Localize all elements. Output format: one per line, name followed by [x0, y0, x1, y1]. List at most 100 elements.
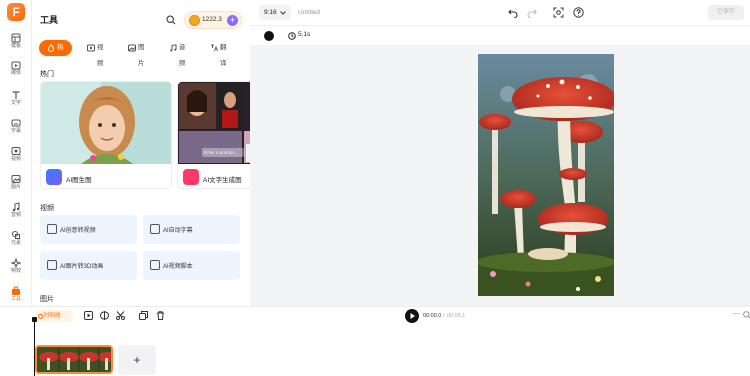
tool-label: AI图片转3D动画 [60, 264, 104, 270]
split-icon[interactable] [100, 311, 109, 320]
image-tab-icon [128, 44, 136, 52]
card-label: AI文字生成图 [203, 177, 242, 184]
separator: / [443, 313, 445, 319]
tool-ai-image-to-3d[interactable]: AI图片转3D动画 [40, 251, 137, 280]
preview-stage [250, 45, 750, 306]
chevron-down-icon [280, 11, 286, 15]
zoom-icon[interactable] [743, 311, 750, 319]
delete-icon[interactable] [156, 311, 165, 320]
rail-label: 工具 [10, 296, 21, 302]
search-icon[interactable] [166, 15, 176, 25]
total-time: 00:05.1 [447, 313, 466, 319]
audio-tab-icon [170, 44, 177, 52]
tab-translate[interactable]: 翻译 [206, 40, 227, 67]
aspect-ratio-select[interactable]: 9:16 [259, 5, 291, 20]
rail-label: 字幕 [10, 128, 21, 134]
mushroom-preview-image[interactable] [478, 54, 614, 296]
element-icon [12, 231, 20, 239]
rail-item-image[interactable]: 图片 [0, 174, 32, 200]
rail-item-element[interactable]: 元素 [0, 230, 32, 256]
image-3d-icon [47, 260, 57, 270]
rail-item-effects[interactable]: 特效 [0, 258, 32, 284]
timeline-label: 时间线 [44, 313, 61, 319]
tab-image[interactable]: 图片 [124, 40, 145, 67]
rail-label: 媒体 [10, 70, 21, 76]
section-image-heading: 图片 [40, 296, 54, 303]
undo-icon[interactable] [508, 8, 518, 18]
duplicate-icon[interactable] [139, 311, 148, 320]
tab-label: 音频 [179, 44, 186, 67]
rail-item-template[interactable]: 模板 [0, 33, 32, 59]
tool-ai-video-script[interactable]: AI视频脚本 [143, 251, 240, 280]
saved-status-button[interactable]: 已保存 [708, 5, 744, 20]
tab-label: 图片 [138, 44, 145, 67]
screenshot-icon[interactable] [553, 7, 564, 18]
video-clip[interactable] [35, 345, 113, 374]
tool-label: AI视频脚本 [163, 264, 193, 270]
tool-ai-auto-subtitle[interactable]: AI自动字幕 [143, 215, 240, 244]
clip-thumbnails [37, 347, 111, 372]
current-time: 00:00.0 [423, 313, 442, 319]
card-ai-text2img[interactable]: Enter a prompt... AI文字生成图 [177, 81, 250, 189]
rail-label: 文字 [10, 100, 21, 106]
timeline-toggle-button[interactable]: 时间线 [36, 310, 73, 322]
rail-item-audio[interactable]: 音频 [0, 202, 32, 228]
rail-item-video[interactable]: 视频 [0, 146, 32, 172]
add-track-icon[interactable] [84, 311, 93, 320]
tool-ai-creative-to-video[interactable]: AI创意转视频 [40, 215, 137, 244]
coin-icon [189, 15, 200, 26]
add-credits-button[interactable]: + [227, 15, 238, 26]
video-icon [11, 147, 21, 155]
text-icon [12, 91, 20, 99]
panel-title: 工具 [40, 15, 59, 25]
tab-label: 热门 [57, 44, 64, 67]
tab-video[interactable]: 视频 [83, 40, 104, 67]
video-tab-icon [87, 44, 95, 52]
tools-icon [12, 286, 20, 295]
subtitle-icon [11, 119, 21, 127]
creative-video-icon [47, 224, 57, 234]
media-icon [11, 61, 21, 70]
rail-item-media[interactable]: 媒体 [0, 60, 32, 86]
audio-icon [12, 202, 20, 212]
tab-label: 翻译 [220, 44, 227, 67]
tab-label: 视频 [97, 44, 104, 67]
rail-label: 图片 [10, 184, 21, 190]
tab-hot[interactable]: 热门 [39, 40, 72, 67]
template-icon [11, 33, 21, 43]
rail-item-text[interactable]: 文字 [0, 90, 32, 116]
prompt-placeholder: Enter a prompt... [202, 148, 244, 157]
zoom-out-icon[interactable]: — [733, 310, 740, 317]
rail-label: 音频 [10, 212, 21, 218]
duration-value[interactable]: 5.1s [298, 31, 310, 38]
card-ai-img2img[interactable]: AI图生图 [40, 81, 172, 189]
section-hot-heading: 热门 [40, 71, 54, 78]
tools-panel: 工具 1222.3 + 热门 视频 图片 音频 翻译 热门 AI图生图 Ente… [32, 0, 250, 306]
credits-badge[interactable]: 1222.3 + [184, 11, 242, 29]
card-label: AI图生图 [66, 177, 92, 184]
play-icon [410, 313, 415, 319]
rail-label: 视频 [10, 156, 21, 162]
timeline-panel: 时间线 00:00.0 / 00:05.1 — + [0, 306, 750, 376]
canvas-toolbar: 5.1s [250, 27, 750, 45]
background-color-swatch[interactable] [264, 31, 274, 41]
app-logo[interactable]: F [7, 3, 25, 21]
add-clip-button[interactable]: + [118, 345, 156, 375]
top-bar: 9:16 Untitled 已保存 [250, 0, 750, 26]
help-icon[interactable] [573, 7, 584, 18]
tool-label: AI自动字幕 [163, 228, 193, 234]
section-video-heading: 视频 [40, 205, 54, 212]
aspect-ratio-value: 9:16 [264, 9, 277, 16]
scissors-icon[interactable] [116, 311, 125, 320]
flame-icon [47, 44, 55, 52]
tab-audio[interactable]: 音频 [165, 40, 186, 67]
project-title[interactable]: Untitled [298, 9, 320, 16]
subtitle-tool-icon [150, 224, 160, 234]
ai-img2img-icon [46, 169, 62, 185]
redo-icon[interactable] [527, 8, 537, 18]
translate-icon [211, 44, 218, 52]
play-button[interactable] [405, 309, 419, 323]
image-icon [11, 175, 21, 183]
credits-value: 1222.3 [202, 16, 222, 23]
rail-item-subtitle[interactable]: 字幕 [0, 118, 32, 144]
